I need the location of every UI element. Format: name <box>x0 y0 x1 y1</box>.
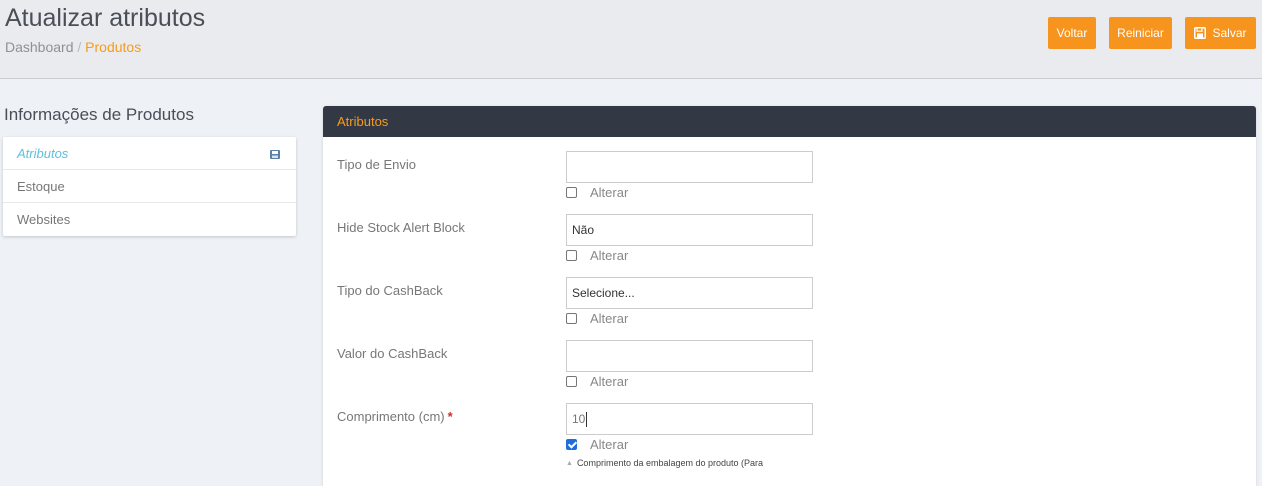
change-label: Alterar <box>590 247 629 263</box>
sidebar-item-label: Atributos <box>17 145 69 161</box>
text-caret <box>586 411 588 427</box>
attributes-panel: Atributos Tipo de Envio Alterar Hide Sto… <box>323 106 1256 486</box>
cashback-type-change-row: Alterar <box>566 310 628 326</box>
cashback-type-select[interactable]: Selecione... <box>566 277 813 309</box>
hide-stock-alert-value: Não <box>572 223 595 237</box>
sidebar-menu: Atributos Estoque Websites <box>3 137 296 236</box>
hide-stock-alert-label: Hide Stock Alert Block <box>337 220 465 235</box>
change-label: Alterar <box>590 310 629 326</box>
hide-stock-alert-change-checkbox[interactable] <box>566 249 577 261</box>
shipping-type-change-checkbox[interactable] <box>566 186 577 198</box>
length-hint-text: Comprimento da embalagem do produto (Par… <box>576 458 764 468</box>
hide-stock-alert-change-row: Alterar <box>566 247 628 263</box>
page-title: Atualizar atributos <box>5 4 206 32</box>
breadcrumb-separator: / <box>77 39 82 55</box>
breadcrumb-dashboard-link[interactable]: Dashboard <box>5 39 74 55</box>
back-button-label: Voltar <box>1056 26 1088 40</box>
back-button[interactable]: Voltar <box>1048 17 1096 49</box>
sidebar-item-stock[interactable]: Estoque <box>3 170 296 203</box>
cashback-type-label: Tipo do CashBack <box>337 283 443 298</box>
required-marker: * <box>447 409 453 424</box>
length-label: Comprimento (cm) <box>337 409 445 424</box>
panel-title: Atributos <box>323 106 1256 137</box>
breadcrumb-products-link[interactable]: Produtos <box>85 39 141 55</box>
length-change-checkbox[interactable] <box>566 438 577 450</box>
length-input[interactable]: 10 <box>566 403 813 435</box>
hide-stock-alert-select[interactable]: Não <box>566 214 813 246</box>
triangle-up-icon: ▲ <box>566 459 573 467</box>
shipping-type-change-row: Alterar <box>566 184 628 200</box>
breadcrumb: Dashboard / Produtos <box>5 39 141 55</box>
cashback-type-change-checkbox[interactable] <box>566 312 577 324</box>
save-button-label: Salvar <box>1212 26 1247 40</box>
floppy-disk-icon <box>270 147 280 162</box>
sidebar-item-label: Websites <box>17 212 71 227</box>
sidebar-item-attributes[interactable]: Atributos <box>3 137 296 170</box>
sidebar-item-websites[interactable]: Websites <box>3 203 296 236</box>
reset-button[interactable]: Reiniciar <box>1109 17 1172 49</box>
change-label: Alterar <box>590 436 629 452</box>
length-label-row: Comprimento (cm) * <box>337 409 453 424</box>
sidebar-item-label: Estoque <box>17 178 65 194</box>
change-label: Alterar <box>590 373 629 389</box>
cashback-value-label: Valor do CashBack <box>337 346 448 361</box>
shipping-type-input[interactable] <box>566 151 813 183</box>
cashback-type-value: Selecione... <box>572 286 635 300</box>
shipping-type-label: Tipo de Envio <box>337 157 417 172</box>
length-change-row: Alterar <box>566 436 628 452</box>
save-button[interactable]: Salvar <box>1185 17 1256 49</box>
floppy-disk-icon <box>1194 27 1207 39</box>
cashback-value-change-row: Alterar <box>566 373 628 389</box>
length-hint: ▲ Comprimento da embalagem do produto (P… <box>566 458 763 468</box>
top-header: Atualizar atributos Dashboard / Produtos… <box>0 0 1262 79</box>
sidebar-heading: Informações de Produtos <box>4 105 194 124</box>
change-label: Alterar <box>590 184 629 200</box>
reset-button-label: Reiniciar <box>1117 26 1164 40</box>
cashback-value-input[interactable] <box>566 340 813 372</box>
length-value: 10 <box>572 412 586 426</box>
cashback-value-change-checkbox[interactable] <box>566 375 577 387</box>
